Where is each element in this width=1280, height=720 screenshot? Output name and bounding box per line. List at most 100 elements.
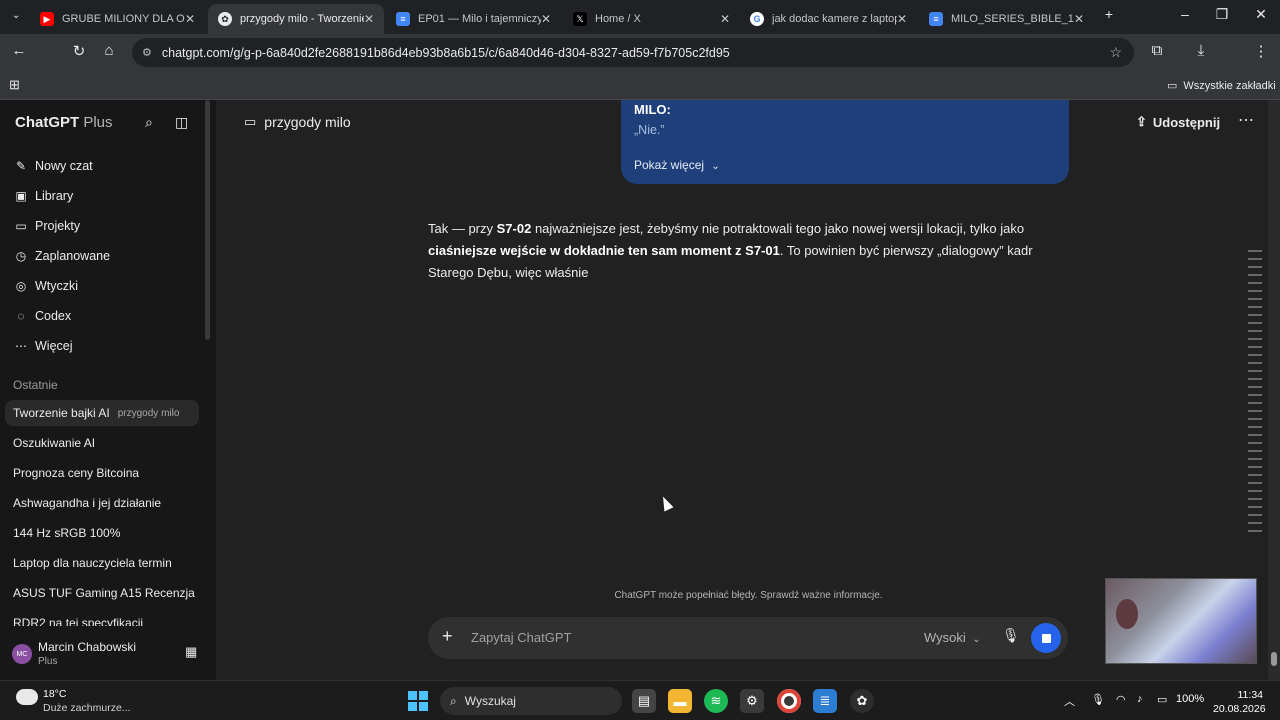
- recent-chat-item[interactable]: Tworzenie bajki AI przygody milo: [5, 400, 199, 426]
- recent-chat-item[interactable]: RDR2 na tej specyfikacji: [5, 610, 199, 626]
- back-icon[interactable]: ←: [8, 42, 30, 59]
- tab-title: MILO_SERIES_BIBLE_1.0_UI: [951, 13, 1074, 25]
- search-icon[interactable]: ⌕: [145, 114, 153, 131]
- sidebar-item-new-chat[interactable]: ✎ Nowy czat: [13, 153, 93, 179]
- reload-icon[interactable]: ↻: [68, 42, 90, 60]
- close-tab-icon[interactable]: ✕: [720, 12, 730, 26]
- assistant-message: Tak — przy S7-02 najważniejsze jest, żeb…: [428, 218, 1048, 284]
- all-bookmarks-folder[interactable]: ▭ Wszystkie zakładki: [1167, 79, 1276, 93]
- recent-chat-title: 144 Hz sRGB 100%: [13, 526, 121, 540]
- sidebar-item-plugins[interactable]: ◎ Wtyczki: [13, 273, 78, 299]
- recent-chat-item[interactable]: ASUS TUF Gaming A15 Recenzja: [5, 580, 199, 606]
- clock[interactable]: 11:34 20.08.2026: [1213, 688, 1266, 716]
- recent-chat-item[interactable]: 144 Hz sRGB 100%: [5, 520, 199, 546]
- recent-section-header: Ostatnie: [13, 378, 58, 392]
- recent-chat-item[interactable]: Oszukiwanie AI: [5, 430, 199, 456]
- download-icon[interactable]: ⤓: [1190, 42, 1212, 59]
- tab-title: Home / X: [595, 13, 641, 25]
- minimize-window-icon[interactable]: –: [1170, 6, 1200, 22]
- project-breadcrumb[interactable]: ▭ przygody milo: [244, 114, 351, 130]
- close-tab-icon[interactable]: ✕: [1074, 12, 1084, 26]
- close-window-icon[interactable]: ✕: [1246, 6, 1276, 23]
- browser-toolbar: ← ↻ ⌂ ⚙ chatgpt.com/g/g-p-6a840d2fe26881…: [0, 34, 1280, 95]
- tab-search-chevron-icon[interactable]: ⌄: [12, 10, 20, 21]
- scroll-thumb[interactable]: [1271, 652, 1277, 666]
- sidebar: ChatGPT Plus ⌕ ◫ ✎ Nowy czat ▣ Library ▭…: [0, 100, 216, 680]
- library-icon: ▣: [15, 189, 27, 203]
- recent-chat-item[interactable]: Ashwagandha i jej działanie: [5, 490, 199, 516]
- windows-start-icon[interactable]: [408, 691, 428, 711]
- recent-chat-item[interactable]: Laptop dla nauczyciela termin: [5, 550, 199, 576]
- tab-title: EP01 — Milo i tajemniczy: [418, 13, 541, 25]
- tray-overflow-icon[interactable]: ︿: [1064, 693, 1075, 709]
- wifi-icon[interactable]: ◠: [1116, 693, 1126, 706]
- browser-tab[interactable]: G jak dodac kamere z laptop ✕: [740, 4, 917, 34]
- mouse-cursor: [658, 494, 674, 512]
- docs-icon: ≡: [929, 12, 943, 26]
- toggle-sidebar-icon[interactable]: ◫: [175, 114, 188, 131]
- windows-taskbar: 18°C Duże zachmurze... ⌕ Wyszukaj ▤ ▬ ≋ …: [0, 680, 1280, 720]
- bookmarks-bar: ⊞ ▭ Wszystkie zakładki: [0, 72, 1280, 100]
- volume-icon[interactable]: ♪: [1137, 693, 1143, 705]
- spotify-icon[interactable]: ≋: [704, 689, 728, 713]
- browser-menu-icon[interactable]: ⋮: [1250, 42, 1272, 60]
- microphone-icon[interactable]: 🎙: [1002, 627, 1020, 644]
- gift-icon[interactable]: ▦: [185, 644, 197, 660]
- battery-level: 100%: [1176, 693, 1205, 705]
- stop-generating-button[interactable]: [1031, 623, 1061, 653]
- chrome-icon[interactable]: [777, 689, 801, 713]
- task-view-icon[interactable]: ▤: [632, 689, 656, 713]
- user-profile[interactable]: MC Marcin Chabowski Plus ▦: [0, 630, 216, 680]
- microphone-tray-icon[interactable]: 🎙: [1091, 693, 1105, 706]
- file-explorer-icon[interactable]: ▬: [668, 689, 692, 713]
- close-tab-icon[interactable]: ✕: [185, 12, 195, 26]
- browser-tab-bar: ⌄ ▶ GRUBE MILIONY DLA OPE ✕ ✿ przygody m…: [0, 0, 1280, 34]
- close-tab-icon[interactable]: ✕: [897, 12, 907, 26]
- apps-grid-icon[interactable]: ⊞: [9, 77, 20, 93]
- model-selector[interactable]: Wysoki ⌄: [924, 630, 981, 645]
- chatgpt-app-icon[interactable]: ✿: [850, 689, 874, 713]
- sidebar-item-projects[interactable]: ▭ Projekty: [13, 213, 80, 239]
- clock-time: 11:34: [1237, 689, 1264, 701]
- prompt-input[interactable]: Zapytaj ChatGPT: [471, 630, 571, 645]
- brand-title[interactable]: ChatGPT Plus: [15, 114, 113, 131]
- sidebar-item-library[interactable]: ▣ Library: [13, 183, 73, 209]
- bookmark-star-icon[interactable]: ☆: [1109, 44, 1122, 61]
- user-name: Marcin Chabowski: [38, 640, 137, 654]
- close-tab-icon[interactable]: ✕: [364, 12, 374, 26]
- sidebar-scrollbar[interactable]: [205, 100, 210, 340]
- more-options-icon[interactable]: ⋯: [1238, 110, 1254, 130]
- sidebar-item-more[interactable]: ⋯ Więcej: [13, 333, 73, 359]
- share-label: Udostępnij: [1152, 114, 1221, 130]
- sidebar-item-codex[interactable]: ◌ Codex: [13, 303, 71, 329]
- sidebar-item-scheduled[interactable]: ◷ Zaplanowane: [13, 243, 110, 269]
- browser-tab[interactable]: ▶ GRUBE MILIONY DLA OPE ✕: [30, 4, 205, 34]
- main-scrollbar[interactable]: [1268, 100, 1280, 680]
- add-attachment-icon[interactable]: +: [442, 626, 453, 647]
- share-button[interactable]: ⇪ Udostępnij: [1136, 114, 1220, 130]
- settings-gear-icon[interactable]: ⚙: [740, 689, 764, 713]
- weather-cloud-icon[interactable]: [16, 689, 38, 705]
- conversation-minimap[interactable]: [1244, 250, 1264, 538]
- battery-icon[interactable]: ▭: [1157, 693, 1167, 706]
- recent-chat-item[interactable]: Prognoza ceny Bitcoina: [5, 460, 199, 486]
- notepad-icon[interactable]: ≣: [813, 689, 837, 713]
- extensions-icon[interactable]: ⧉: [1146, 42, 1168, 59]
- close-tab-icon[interactable]: ✕: [541, 12, 551, 26]
- new-tab-icon[interactable]: +: [1094, 6, 1124, 22]
- recent-chat-project-tag: przygody milo: [117, 407, 180, 419]
- project-name: przygody milo: [264, 114, 351, 130]
- home-icon[interactable]: ⌂: [98, 42, 120, 59]
- browser-tab[interactable]: ≡ MILO_SERIES_BIBLE_1.0_UI ✕: [919, 4, 1094, 34]
- docs-icon: ≡: [396, 12, 410, 26]
- taskbar-search[interactable]: ⌕ Wyszukaj: [440, 687, 622, 715]
- restore-window-icon[interactable]: ❐: [1207, 6, 1237, 23]
- address-bar[interactable]: ⚙ chatgpt.com/g/g-p-6a840d2fe2688191b86d…: [132, 38, 1134, 67]
- show-more-button[interactable]: Pokaż więcej ⌄: [634, 158, 720, 172]
- browser-tab-active[interactable]: ✿ przygody milo - Tworzenie ✕: [208, 4, 384, 34]
- browser-tab[interactable]: 𝕏 Home / X ✕: [563, 4, 740, 34]
- browser-tab[interactable]: ≡ EP01 — Milo i tajemniczy ✕: [386, 4, 561, 34]
- weather-temp: 18°C: [43, 688, 67, 700]
- site-info-icon[interactable]: ⚙: [142, 46, 152, 59]
- sidebar-item-label: Projekty: [35, 219, 81, 233]
